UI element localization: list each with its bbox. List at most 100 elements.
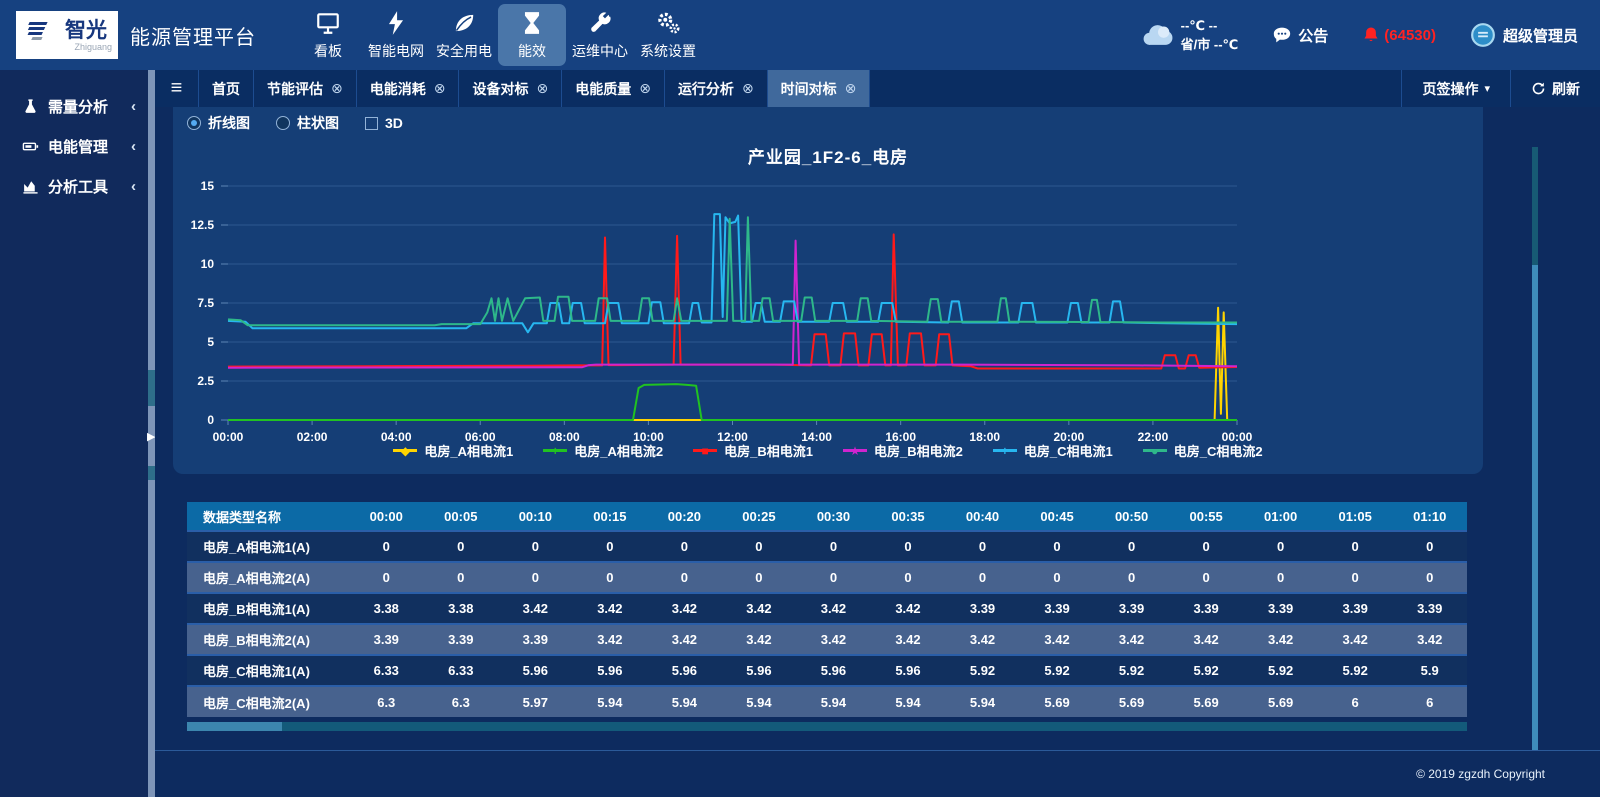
row-value-cell: 5.92 (1020, 655, 1095, 686)
chevron-down-icon: ▾ (1484, 82, 1490, 95)
tab-3[interactable]: 设备对标⊗ (459, 70, 562, 107)
nav-item-label: 能效 (518, 41, 546, 61)
row-value-cell: 6 (1392, 686, 1467, 717)
tab-1[interactable]: 节能评估⊗ (254, 70, 357, 107)
row-value-cell: 3.42 (796, 624, 871, 655)
tab-2[interactable]: 电能消耗 ⊗ (357, 70, 460, 107)
sidebar-resize-handle[interactable]: ▶ (148, 70, 155, 797)
tab-operations-dropdown[interactable]: 页签操作 ▾ (1401, 70, 1510, 107)
row-value-cell: 5.94 (796, 686, 871, 717)
line-chart[interactable]: 02.557.51012.51500:0002:0004:0006:0008:0… (173, 172, 1463, 450)
legend-item-3[interactable]: ★ 电房_B相电流2 (843, 441, 963, 460)
nav-item-1[interactable]: 智能电网 (362, 4, 430, 66)
row-value-cell: 3.39 (1318, 593, 1393, 624)
nav-item-0[interactable]: 看板 (294, 4, 362, 66)
tab-label: 运行分析 (678, 79, 734, 99)
row-value-cell: 0 (871, 562, 946, 593)
data-table: 数据类型名称00:0000:0500:1000:1500:2000:2500:3… (187, 502, 1467, 717)
tab-5[interactable]: 运行分析 ⊗ (665, 70, 768, 107)
row-value-cell: 0 (945, 562, 1020, 593)
sidebar-item-2[interactable]: 分析工具‹ (0, 166, 148, 206)
row-value-cell: 5.92 (945, 655, 1020, 686)
sidebar: 需量分析‹电能管理‹分析工具‹ (0, 70, 148, 797)
close-icon[interactable]: ⊗ (742, 80, 754, 97)
nav-item-label: 系统设置 (640, 41, 696, 61)
notice-button[interactable]: 公告 (1272, 25, 1328, 46)
page-footer: © 2019 zgzdh Copyright (155, 750, 1600, 797)
menu-toggle-icon[interactable]: ≡ (155, 70, 199, 107)
legend-item-5[interactable]: ●电房_C相电流2 (1143, 441, 1263, 460)
page-title: 能源管理平台 (130, 21, 256, 50)
checkbox-3D[interactable]: 3D (365, 115, 403, 131)
tab-6[interactable]: 时间对标⊗ (768, 70, 871, 107)
sidebar-item-0[interactable]: 需量分析‹ (0, 86, 148, 126)
sidebar-item-1[interactable]: 电能管理‹ (0, 126, 148, 166)
radio-柱状图[interactable]: 柱状图 (276, 113, 339, 133)
nav-item-2[interactable]: 安全用电 (430, 4, 498, 66)
radio-折线图[interactable]: 折线图 (187, 113, 250, 133)
row-value-cell: 3.39 (1020, 593, 1095, 624)
row-name-cell: 电房_B相电流1(A) (187, 593, 349, 624)
vertical-scrollbar-thumb[interactable] (1532, 265, 1538, 750)
chat-bubble-icon (1272, 26, 1292, 44)
row-value-cell: 3.42 (945, 624, 1020, 655)
close-icon[interactable]: ⊗ (639, 80, 651, 97)
nav-item-4[interactable]: 运维中心 (566, 4, 634, 66)
horizontal-scrollbar[interactable] (187, 722, 1467, 731)
row-value-cell: 0 (1094, 531, 1169, 562)
legend-label: 电房_A相电流2 (574, 441, 663, 460)
table-header-cell: 01:00 (1243, 502, 1318, 531)
logo-sub: Zhiguang (74, 43, 112, 52)
table-row-1: 电房_A相电流2(A)000000000000000 (187, 562, 1467, 593)
row-value-cell: 0 (1392, 562, 1467, 593)
row-value-cell: 0 (1020, 531, 1095, 562)
tab-label: 电能消耗 (370, 79, 426, 99)
row-value-cell: 3.39 (1094, 593, 1169, 624)
control-label: 柱状图 (297, 113, 339, 133)
row-value-cell: 3.42 (573, 593, 648, 624)
close-icon[interactable]: ⊗ (845, 80, 857, 97)
alarm-button[interactable]: (64530) (1362, 25, 1436, 45)
nav-item-3[interactable]: 能效 (498, 4, 566, 66)
refresh-button[interactable]: 刷新 (1510, 70, 1600, 107)
close-icon[interactable]: ⊗ (434, 80, 446, 97)
legend-marker-icon: ★ (843, 449, 867, 452)
row-value-cell: 0 (498, 531, 573, 562)
row-value-cell: 3.42 (1243, 624, 1318, 655)
row-value-cell: 0 (498, 562, 573, 593)
horizontal-scrollbar-thumb[interactable] (187, 722, 282, 731)
chevron-left-icon: ‹ (131, 178, 136, 195)
row-value-cell: 5.96 (871, 655, 946, 686)
table-header-cell: 00:55 (1169, 502, 1244, 531)
radio-indicator (187, 116, 201, 130)
legend-item-2[interactable]: ■电房_B相电流1 (693, 441, 813, 460)
nav-item-5[interactable]: 系统设置 (634, 4, 702, 66)
svg-text:0: 0 (207, 413, 214, 427)
row-value-cell: 0 (796, 562, 871, 593)
tab-0[interactable]: 首页 (199, 70, 254, 107)
hourglass-icon (519, 10, 545, 36)
legend-item-0[interactable]: ◆电房_A相电流1 (393, 441, 513, 460)
legend-label: 电房_C相电流2 (1174, 441, 1263, 460)
row-value-cell: 3.42 (498, 593, 573, 624)
table-header-cell: 00:15 (573, 502, 648, 531)
row-value-cell: 0 (1169, 562, 1244, 593)
user-menu[interactable]: 超级管理员 (1470, 22, 1578, 48)
legend-label: 电房_B相电流2 (874, 441, 963, 460)
radio-indicator (276, 116, 290, 130)
weather-widget: --℃ -- 省/市 --℃ (1141, 16, 1239, 55)
close-icon[interactable]: ⊗ (536, 80, 548, 97)
row-value-cell: 6.3 (424, 686, 499, 717)
tab-4[interactable]: 电能质量⊗ (562, 70, 665, 107)
row-value-cell: 5.9 (1392, 655, 1467, 686)
close-icon[interactable]: ⊗ (331, 80, 343, 97)
row-value-cell: 3.42 (647, 593, 722, 624)
legend-item-4[interactable]: +电房_C相电流1 (993, 441, 1113, 460)
legend-label: 电房_C相电流1 (1024, 441, 1113, 460)
legend-item-1[interactable]: +电房_A相电流2 (543, 441, 663, 460)
avatar-icon (1470, 22, 1496, 48)
row-value-cell: 3.39 (1169, 593, 1244, 624)
tab-content: 折线图柱状图3D 产业园_1F2-6_电房 02.557.51012.51500… (155, 107, 1600, 750)
vertical-scrollbar[interactable] (1532, 147, 1538, 750)
row-value-cell: 3.42 (722, 593, 797, 624)
